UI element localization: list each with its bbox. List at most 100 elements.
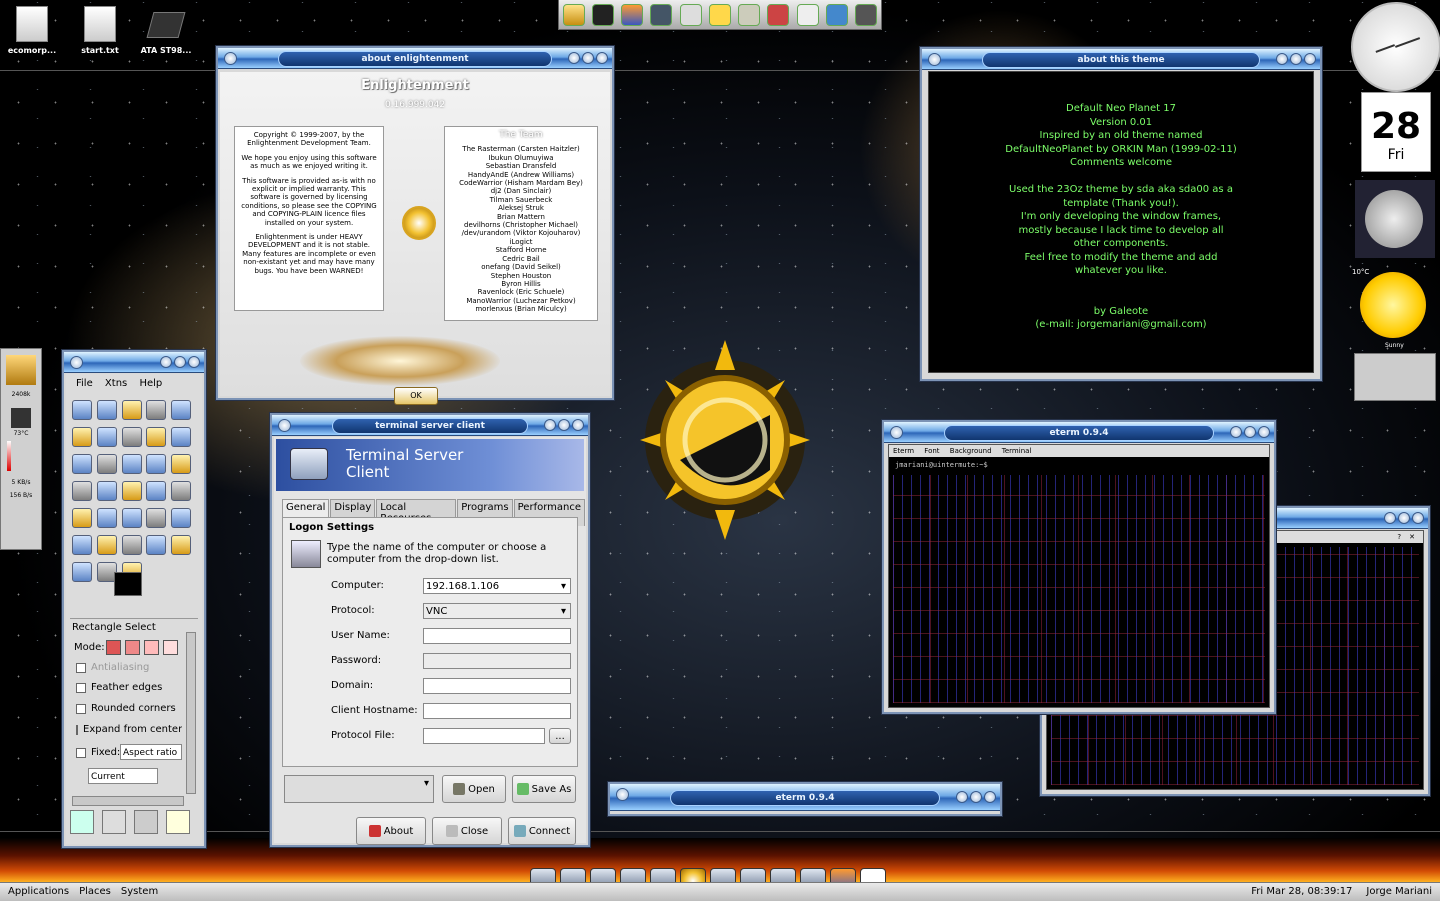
reset-options-icon[interactable] — [166, 810, 190, 834]
close-icon[interactable] — [1258, 426, 1270, 438]
antialiasing-checkbox[interactable]: Antialiasing — [76, 662, 149, 673]
menu-xtns[interactable]: Xtns — [105, 378, 127, 389]
close-icon[interactable] — [596, 52, 608, 64]
applications-menu[interactable]: Applications — [8, 883, 69, 901]
minimize-icon[interactable] — [1384, 512, 1396, 524]
minimize-icon[interactable] — [568, 52, 580, 64]
firefox-launcher-icon[interactable] — [621, 3, 644, 26]
help-icon[interactable]: ? — [1397, 533, 1401, 541]
desktop-icon-start-txt[interactable]: start.txt — [68, 6, 132, 55]
align-tool-icon[interactable] — [121, 454, 142, 474]
flip-tool-icon[interactable] — [146, 481, 167, 501]
fixed-checkbox[interactable]: Fixed: — [76, 747, 120, 758]
minimize-icon[interactable] — [1230, 426, 1242, 438]
fixed-select[interactable]: Aspect ratio — [120, 744, 182, 760]
close-icon[interactable] — [984, 791, 996, 803]
ok-button[interactable]: OK — [394, 387, 438, 405]
titlebar[interactable]: about enlightenment — [218, 48, 612, 69]
camera-launcher-icon[interactable] — [855, 3, 878, 26]
files-launcher-icon[interactable] — [650, 3, 673, 26]
expand-checkbox[interactable]: Expand from center — [76, 724, 182, 735]
titlebar[interactable]: about this theme — [922, 49, 1320, 70]
options-scrollbar[interactable] — [186, 632, 196, 794]
menu-help[interactable]: Help — [139, 378, 162, 389]
menu-font[interactable]: Font — [924, 447, 939, 455]
desktop-icon-harddisk[interactable]: ATA ST98... — [134, 6, 198, 55]
feather-checkbox[interactable]: Feather edges — [76, 682, 162, 693]
system-menu[interactable]: System — [121, 883, 158, 901]
save-as-button[interactable]: Save As — [512, 775, 576, 803]
pencil-tool-icon[interactable] — [121, 508, 142, 528]
minimize-icon[interactable] — [956, 791, 968, 803]
close-icon[interactable]: ✕ — [1409, 533, 1415, 541]
maximize-icon[interactable] — [970, 791, 982, 803]
lasso-tool-icon[interactable] — [121, 400, 142, 420]
menu-terminal[interactable]: Terminal — [1002, 447, 1032, 455]
minimize-icon[interactable] — [544, 419, 556, 431]
maximize-icon[interactable] — [1244, 426, 1256, 438]
crop-tool-icon[interactable] — [146, 454, 167, 474]
titlebar[interactable] — [64, 352, 204, 373]
measure-tool-icon[interactable] — [72, 454, 92, 474]
titlebar[interactable]: eterm 0.9.4 — [610, 784, 1000, 811]
close-icon[interactable] — [1304, 53, 1316, 65]
dodge-tool-icon[interactable] — [72, 562, 92, 582]
blend-tool-icon[interactable] — [96, 508, 117, 528]
window-menu-icon[interactable] — [70, 356, 83, 369]
maximize-icon[interactable] — [174, 356, 186, 368]
clock-launcher-icon[interactable] — [796, 3, 819, 26]
titlebar[interactable]: eterm 0.9.4 — [884, 422, 1274, 443]
window-menu-icon[interactable] — [616, 788, 629, 801]
open-button[interactable]: Open — [442, 775, 506, 803]
minimize-icon[interactable] — [160, 356, 172, 368]
client-hostname-input[interactable] — [423, 703, 571, 719]
paths-tool-icon[interactable] — [121, 427, 142, 447]
save-options-icon[interactable] — [70, 810, 94, 834]
scale-tool-icon[interactable] — [72, 481, 92, 501]
terminal-prompt[interactable]: jmariani@uintermute:~$ — [895, 461, 988, 469]
smudge-tool-icon[interactable] — [171, 535, 192, 555]
menu-file[interactable]: File — [76, 378, 93, 389]
easytag-launcher-icon[interactable] — [708, 3, 731, 26]
saved-connections-combo[interactable] — [284, 775, 434, 803]
window-menu-icon[interactable] — [278, 419, 291, 432]
maximize-icon[interactable] — [582, 52, 594, 64]
mode-subtract-icon[interactable] — [144, 640, 159, 655]
bucket-fill-tool-icon[interactable] — [72, 508, 92, 528]
protocol-select[interactable]: VNC — [423, 603, 571, 620]
eraser-tool-icon[interactable] — [171, 508, 192, 528]
maximize-icon[interactable] — [558, 419, 570, 431]
desktop-icon-ecomorph[interactable]: ecomorp... — [0, 6, 64, 55]
e-launcher-icon[interactable] — [562, 3, 585, 26]
menu-background[interactable]: Background — [950, 447, 992, 455]
places-menu[interactable]: Places — [79, 883, 111, 901]
shear-tool-icon[interactable] — [96, 481, 117, 501]
foreground-color-swatch[interactable] — [114, 572, 142, 596]
user-switcher[interactable]: Jorge Mariani — [1366, 883, 1432, 901]
window-menu-icon[interactable] — [890, 426, 903, 439]
airbrush-tool-icon[interactable] — [72, 535, 92, 555]
move-tool-icon[interactable] — [96, 454, 117, 474]
rotate-tool-icon[interactable] — [171, 454, 192, 474]
about-button[interactable]: About — [356, 817, 426, 845]
fuzzy-select-tool-icon[interactable] — [146, 400, 167, 420]
options-hscrollbar[interactable] — [72, 796, 184, 806]
terminal-launcher-icon[interactable] — [591, 3, 614, 26]
close-icon[interactable] — [188, 356, 200, 368]
password-input[interactable] — [423, 653, 571, 669]
close-icon[interactable] — [572, 419, 584, 431]
delete-options-icon[interactable] — [134, 810, 158, 834]
titlebar[interactable]: terminal server client — [272, 415, 588, 436]
window-menu-icon[interactable] — [224, 52, 237, 65]
maximize-icon[interactable] — [1398, 512, 1410, 524]
globe-launcher-icon[interactable] — [826, 3, 849, 26]
perspective-tool-icon[interactable] — [121, 481, 142, 501]
panel-clock[interactable]: Fri Mar 28, 08:39:17 — [1251, 883, 1352, 901]
connect-button[interactable]: Connect — [508, 817, 576, 845]
username-input[interactable] — [423, 628, 571, 644]
close-icon[interactable] — [1412, 512, 1424, 524]
paintbrush-tool-icon[interactable] — [146, 508, 167, 528]
fetch-launcher-icon[interactable] — [679, 3, 702, 26]
color-select-tool-icon[interactable] — [171, 400, 192, 420]
browse-button[interactable]: ... — [549, 728, 571, 744]
